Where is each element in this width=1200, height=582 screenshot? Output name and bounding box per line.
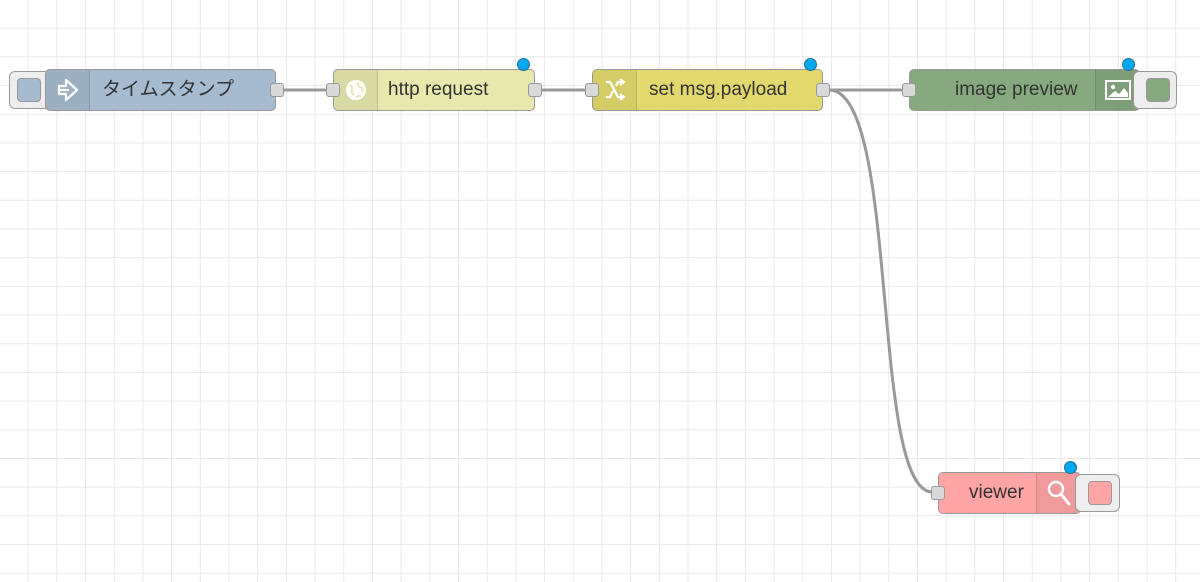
- viewer-label: viewer: [969, 482, 1024, 503]
- inject-label: タイムスタンプ: [102, 79, 235, 100]
- change-output-port[interactable]: [816, 83, 830, 97]
- image-preview-input-port[interactable]: [902, 83, 916, 97]
- node-http-request[interactable]: http request: [326, 58, 542, 111]
- http-input-port[interactable]: [326, 83, 340, 97]
- viewer-status-dot: [1064, 461, 1077, 474]
- viewer-icon-area: [1036, 473, 1080, 513]
- viewer-button[interactable]: [1088, 481, 1112, 505]
- image-preview-button-wrap: [1133, 71, 1177, 109]
- change-input-port[interactable]: [585, 83, 599, 97]
- inject-icon-area: [46, 70, 90, 110]
- arrow-in-icon: [57, 78, 78, 102]
- change-icon-area: [593, 70, 637, 110]
- node-viewer[interactable]: viewer: [931, 461, 1081, 514]
- http-status-dot: [517, 58, 530, 71]
- magnifier-icon: [1047, 480, 1070, 506]
- change-label: set msg.payload: [649, 79, 788, 100]
- image-preview-label: image preview: [955, 79, 1078, 100]
- inject-output-port[interactable]: [270, 83, 284, 97]
- viewer-button-wrap: [1075, 474, 1120, 512]
- image-preview-button[interactable]: [1146, 78, 1170, 102]
- image-preview-status-dot: [1122, 58, 1135, 71]
- http-icon-area: [334, 70, 378, 110]
- node-image-preview[interactable]: image preview: [902, 58, 1140, 111]
- http-label: http request: [388, 79, 489, 100]
- node-inject[interactable]: タイムスタンプ: [45, 69, 284, 111]
- shuffle-icon: [605, 78, 626, 101]
- inject-button[interactable]: [17, 78, 41, 102]
- change-status-dot: [804, 58, 817, 71]
- http-output-port[interactable]: [528, 83, 542, 97]
- globe-icon: [345, 80, 366, 100]
- wire-change-to-viewer[interactable]: [828, 88, 933, 494]
- viewer-input-port[interactable]: [931, 486, 945, 500]
- image-icon: [1104, 80, 1131, 100]
- node-change[interactable]: set msg.payload: [585, 58, 830, 111]
